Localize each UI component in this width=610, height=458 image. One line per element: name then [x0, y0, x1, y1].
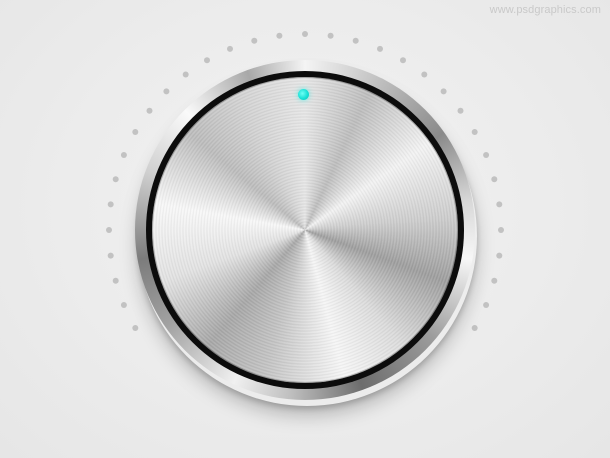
tick-dot-icon: [112, 176, 119, 183]
tick-dot-icon: [106, 227, 112, 233]
tick-dot-icon: [377, 45, 383, 52]
tick-dot-icon: [120, 302, 127, 308]
volume-knob[interactable]: [152, 77, 458, 383]
tick-dot-icon: [107, 201, 114, 208]
tick-dot-icon: [146, 107, 153, 114]
tick-dot-icon: [457, 107, 464, 114]
tick-dot-icon: [107, 252, 114, 259]
tick-dot-icon: [483, 302, 490, 308]
tick-dot-icon: [471, 325, 478, 331]
tick-dot-icon: [400, 57, 406, 64]
tick-dot-icon: [120, 152, 127, 158]
tick-dot-icon: [204, 57, 210, 64]
tick-dot-icon: [491, 176, 498, 183]
tick-dot-icon: [227, 45, 233, 52]
tick-dot-icon: [440, 88, 447, 95]
tick-dot-icon: [471, 129, 478, 135]
tick-dot-icon: [251, 37, 258, 44]
tick-dot-icon: [112, 277, 119, 284]
tick-dot-icon: [132, 325, 139, 331]
tick-dot-icon: [483, 152, 490, 158]
indicator-dot-icon: [298, 89, 309, 100]
tick-dot-icon: [276, 32, 283, 39]
tick-dot-icon: [327, 32, 334, 39]
tick-dot-icon: [163, 88, 170, 95]
tick-dot-icon: [132, 129, 139, 135]
tick-dot-icon: [182, 71, 189, 78]
tick-dot-icon: [496, 201, 503, 208]
volume-knob-canvas: www.psdgraphics.com: [0, 0, 610, 458]
tick-dot-icon: [352, 37, 359, 44]
tick-dot-icon: [496, 252, 503, 259]
tick-dot-icon: [302, 31, 308, 37]
tick-dot-icon: [421, 71, 428, 78]
tick-dot-icon: [491, 277, 498, 284]
tick-dot-icon: [498, 227, 504, 233]
